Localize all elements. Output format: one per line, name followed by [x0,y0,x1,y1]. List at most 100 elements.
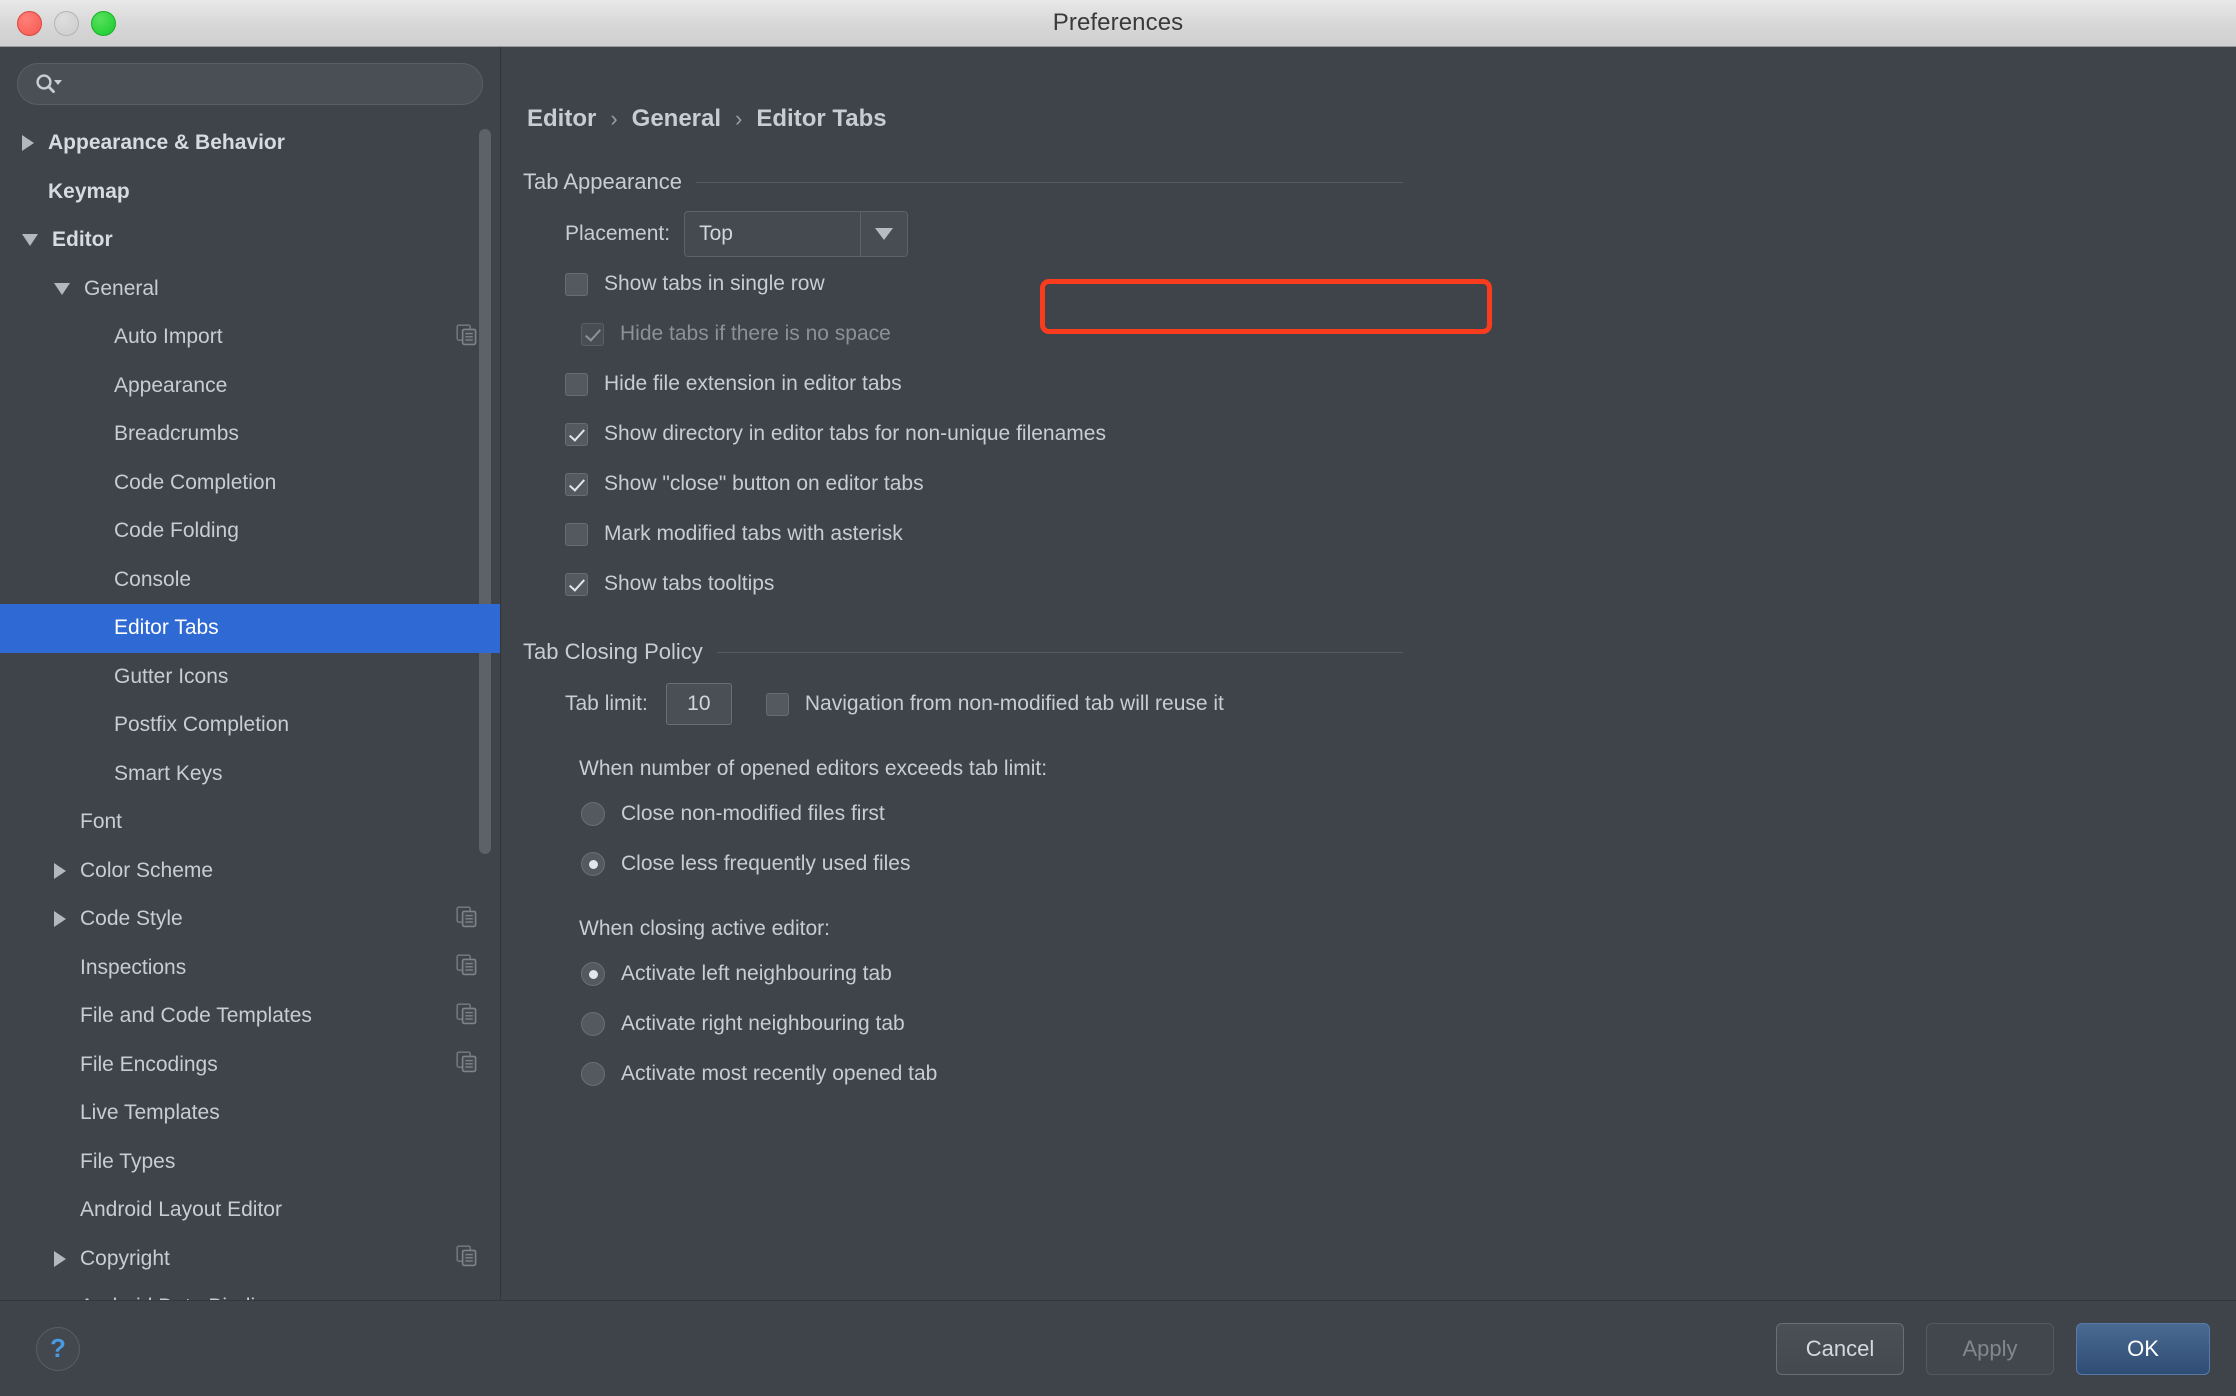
checkbox-hide-file-extension-in-editor-tabs[interactable] [565,372,588,396]
sidebar-item-label: Code Completion [114,470,277,494]
sidebar-item-live-templates[interactable]: Live Templates [0,1089,500,1138]
tab-appearance-header: Tab Appearance [523,169,1403,195]
breadcrumb-item-editor[interactable]: Editor [527,105,596,133]
tab-limit-input[interactable]: 10 [665,683,732,725]
checkbox-row-hide-tabs-if-there-is-no-space[interactable]: Hide tabs if there is no space [581,309,2236,359]
sidebar-item-label: File Encodings [80,1052,218,1076]
checkbox-show-tabs-in-single-row[interactable] [565,272,588,296]
sidebar-item-color-scheme[interactable]: Color Scheme [0,847,500,896]
sidebar-item-label: Code Style [80,907,183,931]
sidebar-item-auto-import[interactable]: Auto Import [0,313,500,362]
sidebar-item-font[interactable]: Font [0,798,500,847]
checkbox-row-show-tabs-tooltips[interactable]: Show tabs tooltips [565,559,2236,609]
checkbox-label: Hide file extension in editor tabs [604,372,902,395]
apply-button[interactable]: Apply [1926,1322,2054,1375]
checkbox-mark-modified-tabs-with-asterisk[interactable] [565,522,588,546]
preferences-window: Preferences Appearance & Behavior Keymap… [0,0,2236,1396]
help-button[interactable]: ? [36,1326,80,1371]
checkbox-row-hide-file-extension-in-editor-tabs[interactable]: Hide file extension in editor tabs [565,359,2236,409]
sidebar-item-copyright[interactable]: Copyright [0,1235,500,1284]
dialog-body: Appearance & Behavior Keymap Editor General… [0,47,2236,1300]
cancel-button[interactable]: Cancel [1776,1322,1904,1375]
sidebar-item-editor-tabs[interactable]: Editor Tabs [0,604,500,653]
chevron-right-icon[interactable] [54,862,66,879]
sidebar-item-general[interactable]: General [0,265,500,314]
sidebar-item-inspections[interactable]: Inspections [0,944,500,993]
chevron-down-icon[interactable] [22,234,38,247]
radio-activate-most-recently-opened-tab[interactable] [581,1062,605,1086]
sidebar-item-keymap[interactable]: Keymap [0,168,500,217]
chevron-right-icon[interactable] [54,911,66,928]
ok-button[interactable]: OK [2076,1322,2210,1375]
tab-closing-policy-section: Tab Closing Policy Tab limit: 10 Navigat… [523,639,2236,1099]
search-input[interactable] [64,73,482,95]
checkbox-row-show-tabs-in-single-row[interactable]: Show tabs in single row [565,259,2236,309]
sidebar-item-smart-keys[interactable]: Smart Keys [0,750,500,799]
radio-close-less-frequently-used-files[interactable] [581,852,605,876]
radio-close-non-modified-files-first[interactable] [581,802,605,826]
tab-appearance-checkbox-list: Show tabs in single row Hide tabs if ther… [523,259,2236,609]
window-title: Preferences [1052,9,1184,36]
sidebar-item-android-data-binding[interactable]: Android Data Binding [0,1283,500,1300]
title-bar: Preferences [0,0,2236,47]
radio-row-activate-most-recently-opened-tab[interactable]: Activate most recently opened tab [581,1049,2236,1099]
checkbox-row-show-close-button-on-editor-tabs[interactable]: Show "close" button on editor tabs [565,459,2236,509]
sidebar-item-file-and-code-templates[interactable]: File and Code Templates [0,992,500,1041]
radio-row-close-non-modified-files-first[interactable]: Close non-modified files first [581,789,2236,839]
radio-row-close-less-frequently-used-files[interactable]: Close less frequently used files [581,839,2236,889]
sidebar-item-appearance-behavior[interactable]: Appearance & Behavior [0,119,500,168]
sidebar-item-code-folding[interactable]: Code Folding [0,507,500,556]
copy-settings-icon[interactable] [456,1051,478,1078]
checkbox-show-directory-in-editor-tabs-for-non-unique-filenames[interactable] [565,422,588,446]
sidebar-item-file-encodings[interactable]: File Encodings [0,1041,500,1090]
radio-label: Close non-modified files first [621,802,885,825]
copy-settings-icon[interactable] [456,906,478,933]
chevron-down-icon [875,228,894,240]
checkbox-hide-tabs-if-there-is-no-space [581,322,604,346]
tab-limit-row: Tab limit: 10 Navigation from non-modifi… [565,679,2236,729]
radio-activate-left-neighbouring-tab[interactable] [581,962,605,986]
chevron-right-icon[interactable] [54,1250,66,1267]
placement-dropdown[interactable]: Top [684,211,909,257]
closing-editor-heading: When closing active editor: [579,917,830,940]
sidebar-item-code-style[interactable]: Code Style [0,895,500,944]
copy-settings-icon[interactable] [456,324,478,351]
breadcrumb-item-general[interactable]: General [632,105,721,133]
sidebar-item-android-layout-editor[interactable]: Android Layout Editor [0,1186,500,1235]
sidebar-item-label: Postfix Completion [114,713,290,737]
copy-settings-icon[interactable] [456,954,478,981]
chevron-right-icon[interactable] [22,135,34,152]
search-field[interactable] [17,63,483,105]
sidebar-item-label: Live Templates [80,1101,220,1125]
sidebar-item-gutter-icons[interactable]: Gutter Icons [0,653,500,702]
sidebar-item-breadcrumbs[interactable]: Breadcrumbs [0,410,500,459]
radio-row-activate-right-neighbouring-tab[interactable]: Activate right neighbouring tab [581,999,2236,1049]
copy-settings-icon[interactable] [456,1245,478,1272]
chevron-down-icon[interactable] [54,282,70,295]
checkbox-show-tabs-tooltips[interactable] [565,572,588,596]
checkbox-row-show-directory-in-editor-tabs-for-non-unique-filenames[interactable]: Show directory in editor tabs for non-un… [565,409,2236,459]
placement-dropdown-button[interactable] [860,212,908,256]
checkbox-row-mark-modified-tabs-with-asterisk[interactable]: Mark modified tabs with asterisk [565,509,2236,559]
sidebar-item-code-completion[interactable]: Code Completion [0,459,500,508]
section-title: Tab Appearance [523,169,683,194]
sidebar-item-file-types[interactable]: File Types [0,1138,500,1187]
copy-settings-icon[interactable] [456,1003,478,1030]
radio-label: Activate right neighbouring tab [621,1012,905,1035]
breadcrumb-separator-icon: › [735,106,743,131]
checkbox-label: Show tabs tooltips [604,572,775,595]
checkbox-show-close-button-on-editor-tabs[interactable] [565,472,588,496]
sidebar-item-postfix-completion[interactable]: Postfix Completion [0,701,500,750]
settings-main-panel: Editor › General › Editor Tabs Tab Appea… [501,47,2236,1300]
sidebar-item-console[interactable]: Console [0,556,500,605]
sidebar-item-label: Code Folding [114,519,239,543]
reuse-tab-checkbox[interactable] [765,692,789,716]
sidebar-item-editor[interactable]: Editor [0,216,500,265]
sidebar-item-appearance[interactable]: Appearance [0,362,500,411]
radio-row-activate-left-neighbouring-tab[interactable]: Activate left neighbouring tab [581,949,2236,999]
radio-activate-right-neighbouring-tab[interactable] [581,1012,605,1036]
